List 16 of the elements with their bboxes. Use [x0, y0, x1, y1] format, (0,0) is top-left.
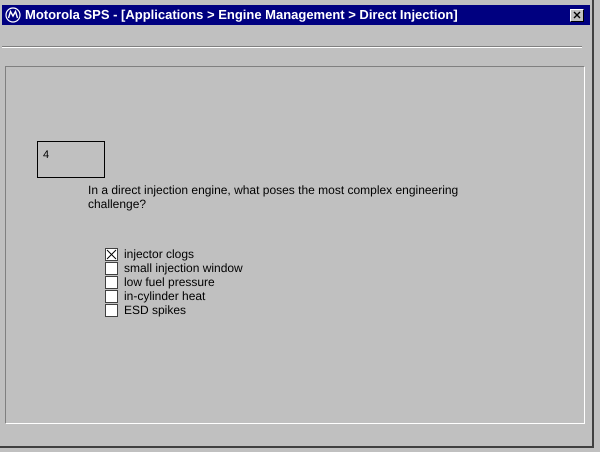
- answer-option[interactable]: small injection window: [105, 261, 584, 275]
- question-number: 4: [37, 141, 105, 178]
- answer-option[interactable]: injector clogs: [105, 247, 584, 261]
- checkbox[interactable]: [105, 276, 118, 288]
- logo-icon: [5, 7, 21, 23]
- question-text: In a direct injection engine, what poses the most complex engineering challenge?: [88, 183, 460, 211]
- window-title: Motorola SPS - [Applications > Engine Management > Direct Injection]: [25, 6, 459, 24]
- answer-option[interactable]: in-cylinder heat: [105, 289, 584, 303]
- answer-option[interactable]: low fuel pressure: [105, 275, 584, 289]
- checkbox[interactable]: [105, 290, 118, 302]
- checkbox[interactable]: [105, 304, 118, 316]
- checkbox[interactable]: [105, 262, 118, 274]
- close-button[interactable]: [570, 8, 584, 22]
- checkbox[interactable]: [105, 248, 118, 260]
- close-icon: [573, 11, 581, 19]
- answer-option[interactable]: ESD spikes: [105, 303, 584, 317]
